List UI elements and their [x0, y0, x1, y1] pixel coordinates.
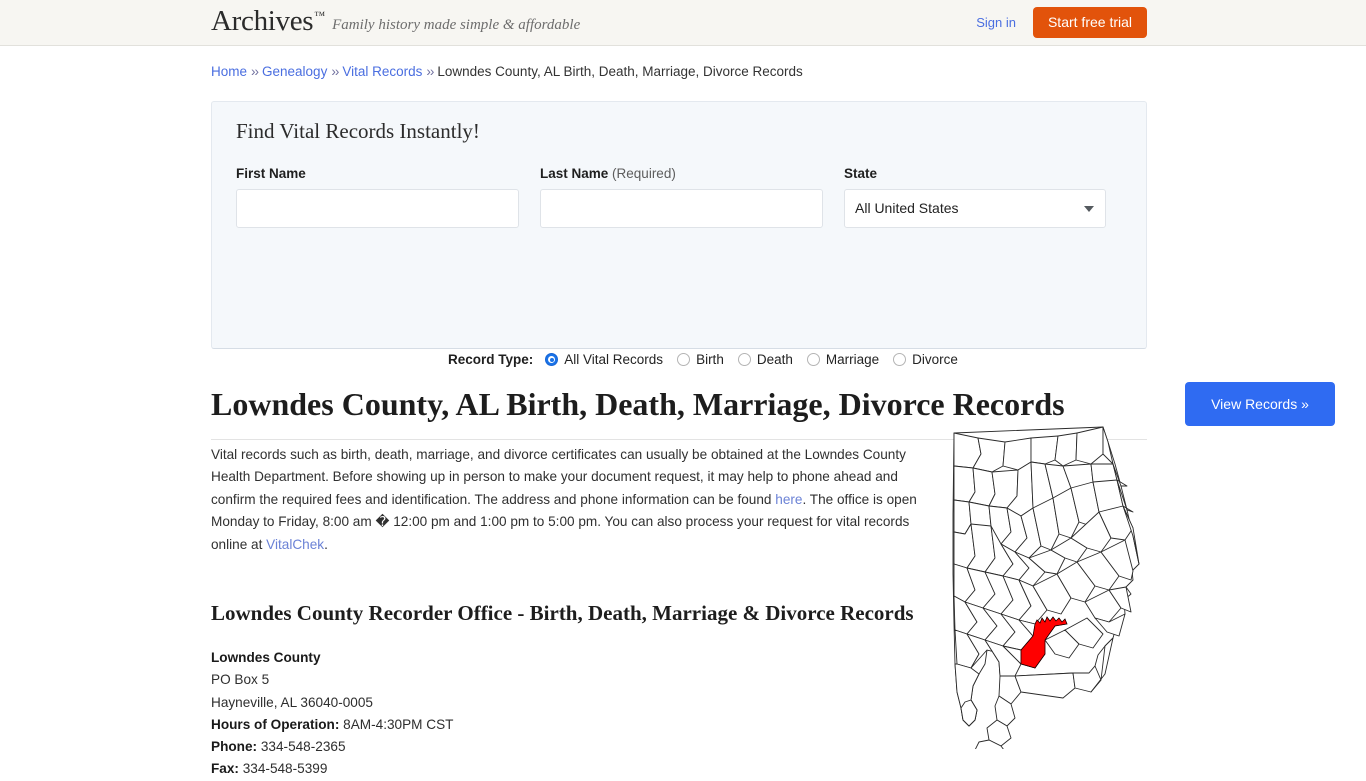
breadcrumb-separator: ›› [426, 64, 434, 79]
intro-paragraph: Vital records such as birth, death, marr… [211, 444, 941, 557]
radio-label-divorce: Divorce [912, 352, 958, 367]
radio-divorce[interactable]: Divorce [893, 352, 958, 367]
hours-label: Hours of Operation: [211, 716, 340, 732]
breadcrumb-item-current: Lowndes County, AL Birth, Death, Marriag… [437, 64, 803, 79]
state-select-wrap: All United States [844, 189, 1106, 228]
brand-tagline: Family history made simple & affordable [332, 17, 581, 33]
fax-label: Fax: [211, 761, 239, 777]
mojibake-character: � [375, 514, 390, 531]
state-select[interactable]: All United States [844, 189, 1106, 228]
radio-marriage[interactable]: Marriage [806, 352, 880, 367]
recorder-office-heading: Lowndes County Recorder Office - Birth, … [211, 601, 914, 626]
radio-label-marriage: Marriage [825, 352, 880, 367]
trademark-icon: ™ [314, 10, 326, 22]
radio-icon-death[interactable] [737, 353, 751, 366]
last-name-label: Last Name (Required) [540, 166, 823, 181]
radio-birth[interactable]: Birth [677, 352, 724, 367]
breadcrumb-item-genealogy[interactable]: Genealogy [262, 64, 327, 79]
last-name-label-text: Last Name [540, 166, 609, 181]
radio-icon-birth[interactable] [677, 353, 691, 366]
start-free-trial-button[interactable]: Start free trial [1032, 7, 1147, 38]
phone-label: Phone: [211, 739, 258, 755]
radio-icon-divorce[interactable] [893, 353, 907, 366]
search-fields-row: First Name Last Name (Required) State Al… [236, 166, 1124, 228]
radio-label-birth: Birth [696, 352, 724, 367]
hours-value: 8AM-4:30PM CST [343, 716, 454, 732]
here-link[interactable]: here [775, 492, 802, 507]
first-name-input[interactable] [236, 189, 519, 228]
state-label: State [844, 166, 878, 181]
recorder-office-address: Lowndes County PO Box 5 Hayneville, AL 3… [211, 647, 453, 781]
site-logo[interactable]: Archives ™ Family history made simple & … [211, 7, 580, 36]
breadcrumb-item-home[interactable]: Home [211, 64, 247, 79]
breadcrumb-separator: ›› [251, 64, 259, 79]
last-name-required-note: (Required) [612, 166, 676, 181]
phone-value: 334-548-2365 [260, 739, 346, 755]
alabama-county-map [945, 424, 1150, 757]
site-header: Archives ™ Family history made simple & … [0, 0, 1366, 46]
brand-name: Archives [211, 5, 314, 37]
header-inner: Archives ™ Family history made simple & … [0, 0, 1366, 45]
breadcrumb: Home ›› Genealogy ›› Vital Records ›› Lowndes … [211, 64, 803, 79]
breadcrumb-separator: ›› [331, 64, 339, 79]
radio-label-death: Death [756, 352, 793, 367]
vitalchek-link[interactable]: VitalChek [266, 537, 324, 552]
last-name-input[interactable] [540, 189, 823, 228]
state-field-group: State All United States [844, 166, 1106, 228]
alabama-map-svg [952, 426, 1140, 757]
first-name-field-group: First Name [236, 166, 519, 228]
record-type-label: Record Type: [448, 352, 534, 367]
first-name-label: First Name [236, 166, 306, 181]
address-fax-row: Fax: 334-548-5399 [211, 758, 453, 780]
view-records-button[interactable]: View Records » [1185, 382, 1335, 426]
vital-records-search-panel: Find Vital Records Instantly! First Name… [211, 101, 1335, 426]
breadcrumb-item-vital-records[interactable]: Vital Records [342, 64, 422, 79]
last-name-field-group: Last Name (Required) [540, 166, 823, 228]
address-hours-row: Hours of Operation: 8AM-4:30PM CST [211, 714, 453, 736]
search-panel-title: Find Vital Records Instantly! [236, 119, 480, 143]
radio-label-all-vital-records: All Vital Records [564, 352, 664, 367]
radio-icon-all-vital-records[interactable] [545, 353, 559, 366]
address-street: PO Box 5 [211, 672, 270, 688]
address-city-state-zip: Hayneville, AL 36040-0005 [211, 694, 373, 710]
header-actions: Sign in Start free trial [976, 7, 1147, 38]
address-county-name: Lowndes County [211, 650, 321, 665]
radio-icon-marriage[interactable] [806, 353, 820, 366]
address-phone-row: Phone: 334-548-2365 [211, 736, 453, 758]
intro-text-part4: . [324, 536, 328, 552]
fax-value: 334-548-5399 [242, 761, 328, 777]
radio-all-vital-records[interactable]: All Vital Records [545, 352, 663, 367]
sign-in-link[interactable]: Sign in [976, 15, 1016, 30]
record-type-row: Record Type: All Vital Records Birth Dea… [448, 352, 972, 367]
radio-death[interactable]: Death [737, 352, 793, 367]
